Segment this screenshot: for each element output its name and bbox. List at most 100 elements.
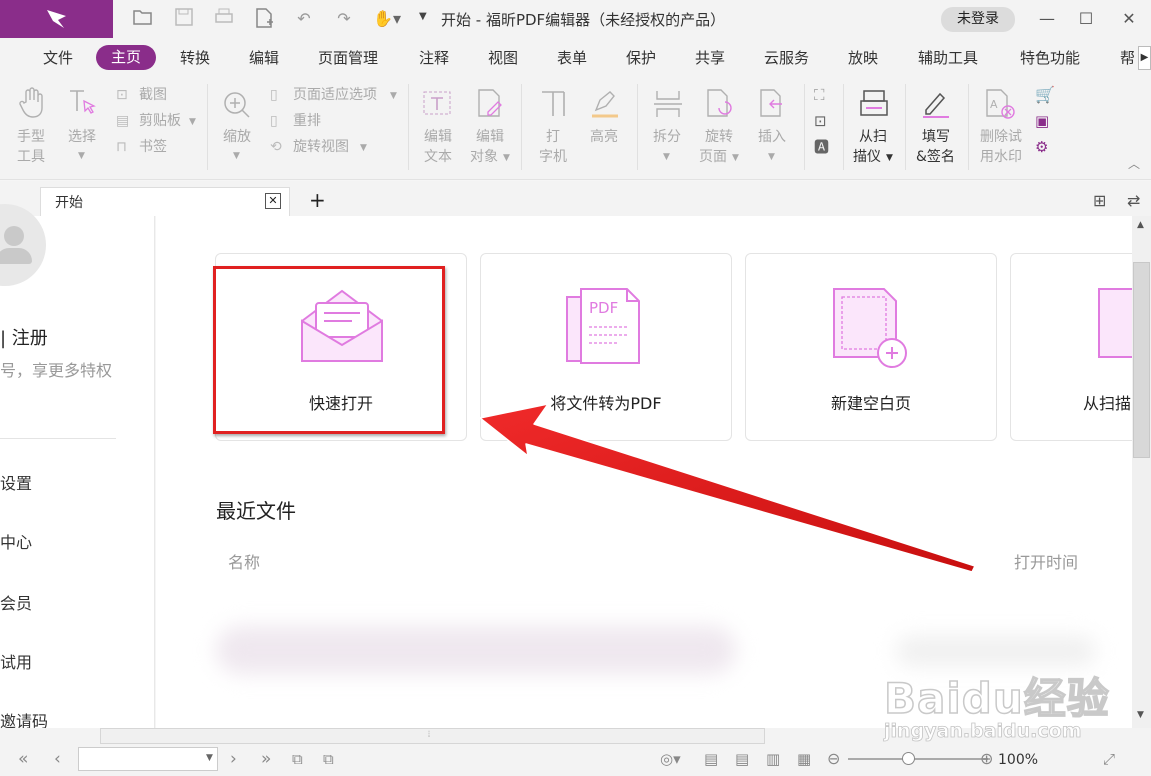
menu-share[interactable]: 共享 (695, 47, 725, 68)
from-scanner-card[interactable]: 从扫描 (1010, 253, 1132, 441)
fill-sign-label-2[interactable]: &签名 (916, 147, 955, 167)
title-dropdown-icon[interactable]: ▼ (419, 11, 427, 22)
remove-watermark-label[interactable]: 删除试 (980, 127, 1022, 147)
continuous-facing-icon[interactable]: ▦ (797, 749, 811, 769)
redo-icon[interactable]: ↷ (333, 8, 355, 30)
zoom-level[interactable]: 100% (998, 752, 1038, 768)
close-window-icon[interactable]: ✕ (1117, 8, 1141, 30)
page-fit-dropdown-icon[interactable]: ▼ (390, 86, 397, 106)
eye-view-icon[interactable]: ◎▾ (660, 749, 681, 769)
menu-scroll-right-icon[interactable]: ▶ (1138, 46, 1151, 70)
menu-view[interactable]: 视图 (488, 47, 518, 68)
zoom-out-icon[interactable]: ⊖ (827, 749, 840, 769)
horizontal-scrollbar[interactable]: ⦙ (100, 728, 765, 744)
next-page-icon[interactable]: › (230, 749, 237, 769)
tab-start[interactable]: 开始 ✕ (40, 187, 290, 216)
reflow-label[interactable]: 重排 (293, 111, 321, 131)
rotate-page-label-2[interactable]: 页面 (699, 147, 727, 167)
sidebar-item-member[interactable]: 会员 (0, 590, 32, 614)
first-page-icon[interactable]: « (18, 749, 28, 769)
column-time-header[interactable]: 打开时间 (1014, 549, 1078, 573)
scanner-label[interactable]: 从扫 (859, 127, 887, 147)
continuous-page-icon[interactable]: ▤ (735, 749, 749, 769)
fill-sign-label[interactable]: 填写 (922, 127, 950, 147)
scanner-dropdown-icon[interactable]: ▼ (886, 148, 893, 168)
rotate-page-dropdown-icon[interactable]: ▼ (732, 148, 739, 168)
vertical-scroll-thumb[interactable] (1133, 262, 1150, 458)
cart-icon[interactable]: 🛒 (1035, 85, 1055, 105)
prev-page-icon[interactable]: ‹ (54, 749, 61, 769)
edit-object-label[interactable]: 编辑 (476, 127, 504, 147)
column-name-header[interactable]: 名称 (228, 549, 260, 573)
open-folder-icon[interactable] (132, 8, 154, 30)
scroll-up-icon[interactable]: ▲ (1137, 220, 1144, 230)
menu-home[interactable]: 主页 (96, 45, 156, 70)
menu-help[interactable]: 帮 (1120, 47, 1135, 68)
ocr-text-icon[interactable]: ⊡ (814, 111, 827, 131)
edit-object-label-2[interactable]: 对象 (470, 147, 498, 167)
previous-view-icon[interactable]: ⧉ (292, 749, 303, 769)
facing-page-icon[interactable]: ▥ (766, 749, 780, 769)
menu-file[interactable]: 文件 (43, 47, 73, 68)
tab-close-icon[interactable]: ✕ (265, 193, 281, 209)
highlight-label[interactable]: 高亮 (590, 127, 618, 147)
zoom-slider-handle[interactable] (902, 752, 915, 765)
menu-convert[interactable]: 转换 (180, 47, 210, 68)
edit-text-label-2[interactable]: 文本 (424, 147, 452, 167)
clipboard-label[interactable]: 剪贴板 (139, 111, 181, 131)
undo-icon[interactable]: ↶ (293, 8, 315, 30)
insert-dropdown-icon[interactable]: ▼ (768, 147, 775, 167)
scroll-down-icon[interactable]: ▼ (1137, 710, 1144, 720)
print-icon[interactable] (213, 8, 235, 30)
sidebar-item-trial[interactable]: 试用 (0, 649, 32, 673)
avatar[interactable] (0, 204, 46, 286)
select-dropdown-icon[interactable]: ▼ (78, 146, 85, 166)
login-button[interactable]: 未登录 (941, 7, 1015, 32)
panel-toggle-icon[interactable]: ⇄ (1127, 191, 1140, 210)
bookmark-label[interactable]: 书签 (139, 137, 167, 157)
page-dropdown-icon[interactable]: ▼ (206, 753, 213, 763)
grid-view-icon[interactable]: ⊞ (1093, 191, 1106, 210)
minimize-icon[interactable]: — (1035, 8, 1059, 30)
rotate-page-label[interactable]: 旋转 (705, 127, 733, 147)
split-dropdown-icon[interactable]: ▼ (663, 147, 670, 167)
menu-form[interactable]: 表单 (557, 47, 587, 68)
zoom-slider-track[interactable] (848, 758, 988, 760)
menu-tools[interactable]: 辅助工具 (918, 47, 978, 68)
page-fit-label[interactable]: 页面适应选项 (293, 85, 377, 105)
select-label[interactable]: 选择 (68, 127, 96, 147)
save-icon[interactable] (173, 8, 195, 30)
page-number-input[interactable]: ▼ (78, 747, 218, 771)
ocr-edit-icon[interactable]: 🅰 (814, 137, 829, 157)
recent-file-row[interactable] (216, 626, 736, 674)
new-page-icon[interactable] (253, 8, 275, 30)
hand-tool-label[interactable]: 手型 (17, 127, 45, 147)
single-page-icon[interactable]: ▤ (704, 749, 718, 769)
document-badge-icon[interactable]: ▣ (1035, 111, 1049, 131)
zoom-dropdown-icon[interactable]: ▼ (233, 146, 240, 166)
app-logo[interactable] (0, 0, 113, 38)
zoom-in-icon[interactable]: ⊕ (980, 749, 993, 769)
screenshot-label[interactable]: 截图 (139, 85, 167, 105)
menu-edit[interactable]: 编辑 (249, 47, 279, 68)
collapse-ribbon-icon[interactable]: ︿ (1128, 154, 1140, 174)
new-tab-button[interactable]: + (309, 188, 326, 212)
menu-protect[interactable]: 保护 (626, 47, 656, 68)
clipboard-dropdown-icon[interactable]: ▼ (189, 112, 196, 132)
register-link[interactable]: | 注册 (0, 324, 48, 350)
fullscreen-icon[interactable]: ⤢ (1103, 749, 1115, 769)
menu-slideshow[interactable]: 放映 (848, 47, 878, 68)
menu-features[interactable]: 特色功能 (1020, 47, 1080, 68)
last-page-icon[interactable]: » (261, 749, 271, 769)
menu-comment[interactable]: 注释 (419, 47, 449, 68)
scanner-label-2[interactable]: 描仪 (853, 147, 881, 167)
edit-object-dropdown-icon[interactable]: ▼ (503, 148, 510, 168)
insert-label[interactable]: 插入 (758, 127, 786, 147)
menu-page-manage[interactable]: 页面管理 (318, 47, 378, 68)
typewriter-label-2[interactable]: 字机 (539, 147, 567, 167)
edit-text-label[interactable]: 编辑 (424, 127, 452, 147)
scan-region-icon[interactable]: ⛶ (814, 85, 825, 105)
rotate-view-label[interactable]: 旋转视图 (293, 137, 349, 157)
typewriter-label[interactable]: 打 (546, 127, 560, 147)
next-view-icon[interactable]: ⧉ (323, 749, 334, 769)
